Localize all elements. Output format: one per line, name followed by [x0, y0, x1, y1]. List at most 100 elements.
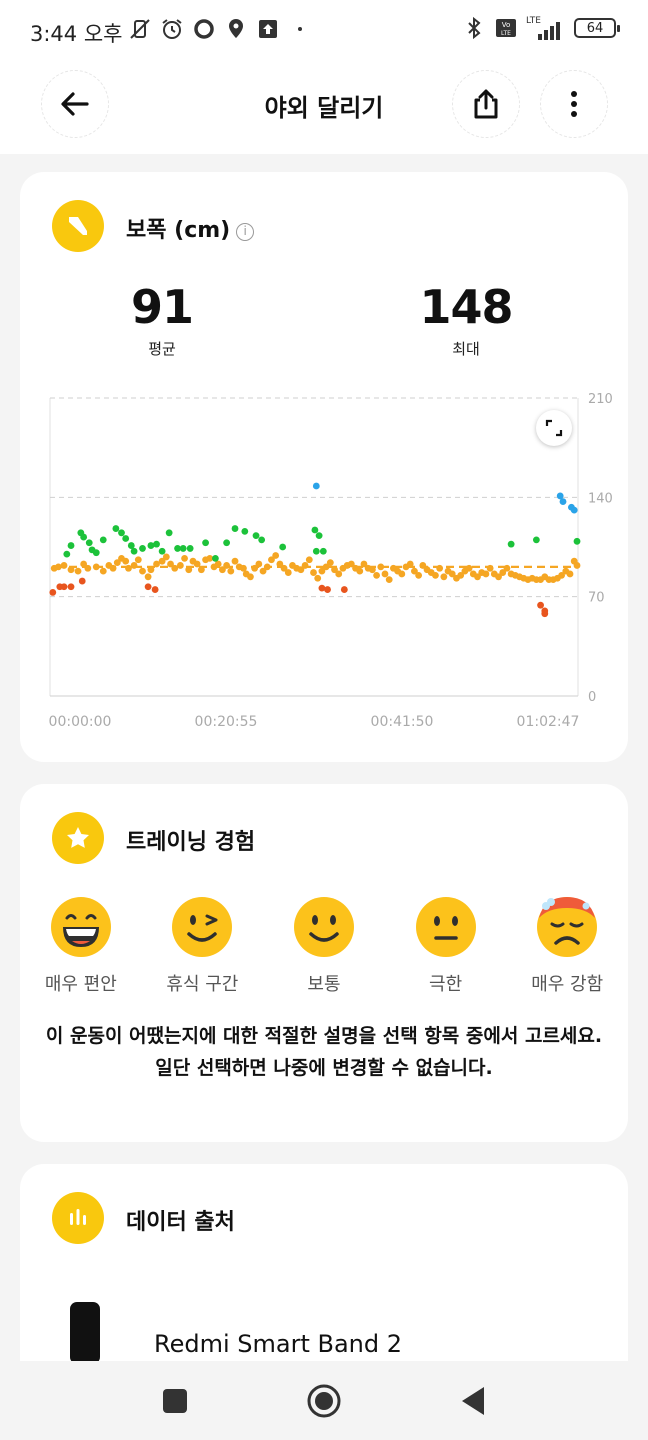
chart-point-orange: [162, 553, 170, 561]
average-value: 91: [130, 280, 194, 334]
share-button[interactable]: [452, 70, 520, 138]
chart-point-orange: [398, 570, 406, 578]
stride-title-text: 보폭 (cm): [126, 218, 231, 243]
chart-point-green: [179, 545, 187, 552]
chart-point-orange: [92, 563, 100, 571]
chart-point-green: [122, 535, 130, 542]
chart-point-orange: [147, 566, 155, 574]
chart-point-orange: [176, 562, 184, 569]
status-time: 3:44 오후: [30, 22, 123, 46]
chart-point-green: [319, 547, 327, 555]
training-description: 이 운동이 어땠는지에 대한 적절한 설명을 선택 항목 중에서 고르세요. 일…: [45, 1025, 603, 1079]
chart-point-green: [211, 554, 219, 562]
location-icon: [224, 17, 248, 41]
chart-point-green: [118, 529, 125, 537]
more-options-button[interactable]: [540, 70, 608, 138]
chart-point-orange: [247, 573, 254, 581]
chart-point-red: [49, 589, 57, 596]
chart-point-orange: [193, 560, 201, 568]
option-rest[interactable]: 휴식 구간: [142, 896, 264, 996]
more-vertical-icon: [571, 91, 577, 117]
chart-point-orange: [109, 564, 117, 572]
chart-point-orange: [566, 570, 574, 578]
max-stat: 148 최대: [366, 280, 566, 359]
chart-point-green: [139, 545, 146, 552]
chart-point-green: [165, 529, 173, 537]
bar-chart-icon: [52, 1192, 104, 1244]
chart-y-tick-label: 140: [588, 491, 613, 506]
chart-point-orange: [60, 562, 68, 569]
option-very-easy[interactable]: 매우 편안: [20, 896, 142, 996]
chart-point-green: [252, 532, 260, 540]
chart-point-orange: [223, 562, 231, 569]
option-label: 극한: [429, 974, 463, 995]
chart-point-orange: [227, 567, 235, 575]
chart-point-green: [573, 537, 581, 545]
svg-text:LTE: LTE: [501, 30, 511, 37]
chart-point-orange: [406, 560, 414, 568]
chart-point-orange: [67, 566, 75, 574]
chart-point-red: [151, 586, 159, 593]
chart-point-orange: [130, 562, 138, 569]
upload-icon: [256, 17, 280, 41]
option-extreme[interactable]: 극한: [385, 896, 507, 996]
option-normal[interactable]: 보통: [263, 896, 385, 996]
max-label: 최대: [452, 340, 480, 358]
chart-point-orange: [181, 554, 188, 562]
chart-x-tick-label: 00:00:00: [49, 714, 112, 730]
chart-point-orange: [144, 573, 152, 581]
chart-point-orange: [486, 564, 494, 572]
status-bar: 3:44 오후 Vo LTE LTE 64: [0, 0, 648, 60]
status-system-icons: Vo LTE LTE 64: [462, 16, 620, 40]
chart-point-orange: [284, 569, 292, 576]
info-icon[interactable]: i: [236, 223, 255, 241]
stride-title: 보폭 (cm) i: [126, 212, 255, 244]
alarm-icon: [160, 17, 184, 41]
chart-point-green: [67, 542, 75, 549]
option-label: 매우 편안: [44, 974, 117, 995]
chart-point-orange: [356, 567, 364, 575]
chart-point-orange: [415, 571, 423, 579]
battery-indicator: 64: [574, 18, 620, 38]
chart-point-red: [60, 583, 68, 591]
home-button[interactable]: [302, 1379, 346, 1423]
chart-point-green: [258, 536, 266, 544]
expand-icon: [545, 419, 563, 437]
chart-point-orange: [377, 563, 385, 571]
bluetooth-icon: [462, 16, 486, 40]
chart-point-orange: [314, 574, 322, 582]
chart-point-orange: [373, 571, 380, 579]
chart-point-green: [99, 536, 107, 544]
stride-card: 보폭 (cm) i 91 평균 148 최대 210 140 70 0 00:00:00 0…: [20, 172, 628, 762]
chart-point-orange: [134, 556, 142, 564]
chart-point-orange: [503, 564, 511, 572]
exhausted-face-icon: [537, 897, 598, 957]
chart-point-orange: [436, 564, 444, 572]
chart-point-orange: [482, 570, 490, 578]
chart-point-green: [241, 527, 249, 535]
option-label: 휴식 구간: [166, 974, 239, 995]
chart-point-green: [186, 545, 194, 552]
chart-point-green: [112, 525, 120, 532]
device-name[interactable]: Redmi Smart Band 2: [154, 1330, 402, 1358]
option-very-hard[interactable]: 매우 강함: [506, 896, 628, 996]
neutral-face-icon: [415, 897, 476, 957]
chart-point-red: [67, 583, 75, 591]
chart-x-tick-label: 01:02:47: [517, 714, 580, 730]
chart-point-green: [153, 540, 160, 548]
chart-point-orange: [272, 552, 280, 559]
chart-point-orange: [99, 567, 107, 575]
max-value: 148: [419, 280, 513, 334]
training-title: 트레이닝 경험: [126, 830, 256, 855]
expand-chart-button[interactable]: [536, 410, 572, 446]
chart-point-orange: [335, 570, 343, 578]
chart-point-orange: [255, 560, 263, 568]
recents-button[interactable]: [153, 1379, 197, 1423]
chart-point-orange: [465, 564, 473, 572]
dot-icon: [288, 17, 312, 41]
winking-face-icon: [172, 897, 233, 957]
chart-point-orange: [231, 557, 239, 565]
circle-home-icon: [307, 1384, 341, 1418]
smart-band-icon: [70, 1302, 100, 1364]
nav-back-button[interactable]: [450, 1379, 494, 1423]
